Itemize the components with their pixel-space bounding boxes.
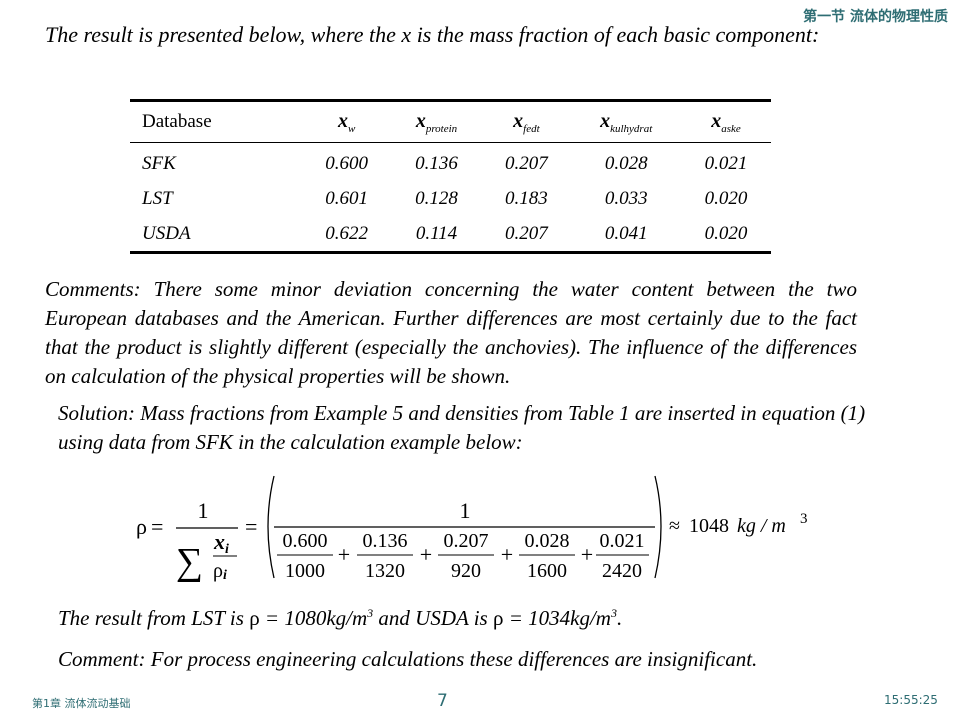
plus-icon: + (338, 542, 350, 567)
formula-equals-2: = (245, 514, 257, 539)
table-cell: 0.183 (505, 187, 548, 209)
table-cell: 0.114 (415, 222, 458, 244)
fraction-denominator: 1600 (527, 560, 567, 582)
table-cell: 0.601 (325, 187, 368, 209)
left-paren-icon (267, 475, 275, 579)
column-header-xfedt: xfedt (513, 109, 540, 135)
plus-icon: + (501, 542, 513, 567)
fraction-denominator: 2420 (602, 560, 642, 582)
column-header-database: Database (142, 111, 212, 132)
table-cell: 0.020 (704, 222, 748, 244)
fraction-numerator: 0.600 (283, 530, 328, 552)
formula-result-exponent: 3 (800, 511, 808, 527)
column-header-xw: xw (337, 109, 356, 135)
sigma-icon: ∑ (176, 541, 203, 583)
fraction-numerator: 0.136 (363, 530, 408, 552)
fraction-numerator: 0.021 (600, 530, 645, 552)
table-cell: 0.028 (604, 152, 648, 174)
density-equation: ρ = 1 ∑ xi ρi = 1 0.600 1000 + 0.136 132… (136, 475, 808, 583)
mass-fraction-table: Database xw xprotein xfedt xkulhydrat xa… (130, 99, 771, 254)
page-number: 7 (437, 691, 448, 711)
formula-result-value: 1048 (689, 515, 729, 537)
fraction-terms: 0.600 1000 + 0.136 1320 + 0.207 920 + 0.… (277, 530, 649, 582)
formula-numerator-one: 1 (198, 498, 209, 523)
table-cell: LST (142, 187, 173, 209)
formula-rhoi: ρi (213, 560, 227, 583)
plus-icon: + (420, 542, 432, 567)
comments-paragraph: Comments: There some minor deviation con… (45, 277, 857, 388)
table-cell: 0.207 (505, 222, 548, 244)
table-cell: 0.600 (325, 152, 368, 174)
fraction-numerator: 0.207 (444, 530, 489, 552)
final-comment: Comment: For process engineering calcula… (58, 647, 758, 671)
table-row: USDA 0.622 0.114 0.207 0.041 0.020 (130, 216, 771, 253)
footer-chapter: 第1章 流体流动基础 (32, 697, 131, 710)
table-cell: USDA (142, 222, 191, 244)
solution-paragraph: Solution: Mass fractions from Example 5 … (58, 401, 866, 454)
fraction-denominator: 1000 (285, 560, 325, 582)
column-header-xaske: xaske (711, 109, 741, 135)
table-cell: 0.021 (704, 152, 748, 174)
table-cell: 0.128 (415, 187, 458, 209)
table-cell: 0.041 (604, 222, 648, 244)
right-paren-icon (654, 475, 662, 579)
formula-outer-one: 1 (460, 498, 471, 523)
results-line: The result from LST is ρ = 1080kg/m3 and… (58, 606, 623, 630)
table-row: SFK 0.600 0.136 0.207 0.028 0.021 (130, 143, 771, 182)
intro-paragraph: The result is presented below, where the… (45, 22, 820, 47)
column-header-xkulhydrat: xkulhydrat (600, 109, 653, 135)
formula-equals: = (151, 514, 163, 539)
fraction-denominator: 1320 (365, 560, 405, 582)
plus-icon: + (581, 542, 593, 567)
table-row: LST 0.601 0.128 0.183 0.033 0.020 (130, 181, 771, 216)
footer-time: 15:55:25 (884, 693, 938, 707)
fraction-numerator: 0.028 (525, 530, 570, 552)
fraction-denominator: 920 (451, 560, 481, 582)
formula-result-unit: kg / m (737, 515, 786, 537)
table-cell: 0.020 (704, 187, 748, 209)
formula-xi: xi (213, 529, 229, 557)
table-cell: 0.207 (505, 152, 548, 174)
table-cell: SFK (142, 152, 176, 174)
column-header-xprotein: xprotein (415, 109, 458, 135)
table-cell: 0.033 (604, 187, 648, 209)
table-cell: 0.136 (415, 152, 458, 174)
table-cell: 0.622 (325, 222, 368, 244)
approx-icon: ≈ (669, 515, 680, 537)
table-header-row: Database xw xprotein xfedt xkulhydrat xa… (130, 101, 771, 143)
formula-rho: ρ (136, 514, 147, 539)
